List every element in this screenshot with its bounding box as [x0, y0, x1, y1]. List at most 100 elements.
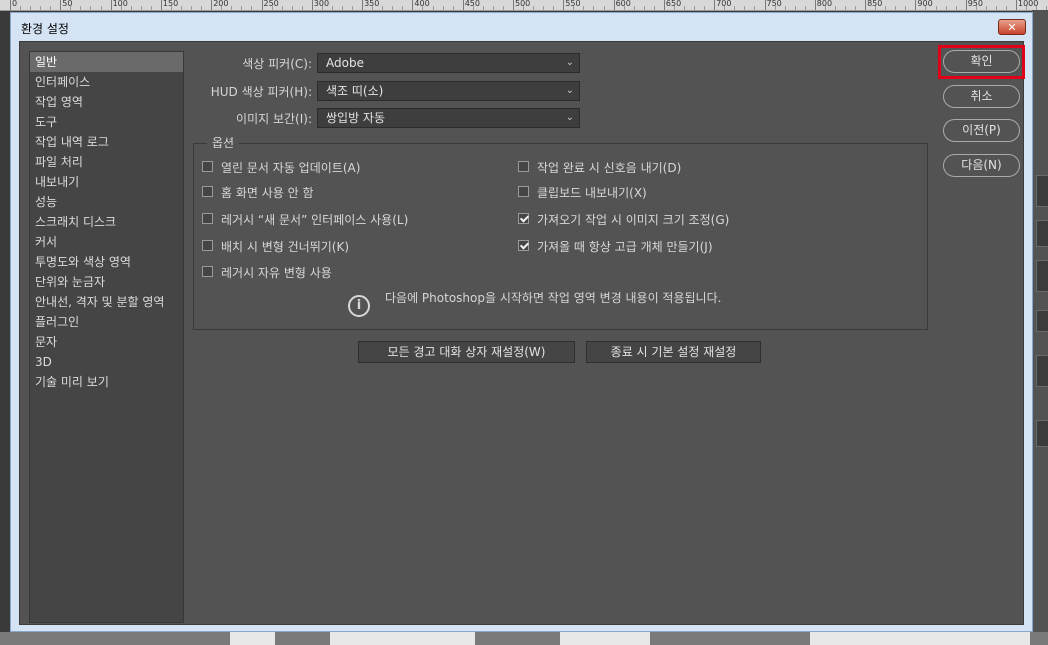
- sidebar-item-history-log[interactable]: 작업 내역 로그: [30, 132, 183, 152]
- sidebar-item-technology-previews[interactable]: 기술 미리 보기: [30, 372, 183, 392]
- ruler-tick: [915, 0, 917, 10]
- checkbox-box[interactable]: [518, 213, 529, 224]
- hud-color-picker-label: HUD 색상 피커(H):: [210, 85, 312, 99]
- checkbox-label: 홈 화면 사용 안 함: [221, 186, 314, 200]
- checkbox-box[interactable]: [202, 161, 213, 172]
- hud-color-picker-select[interactable]: 색조 띠(소) ⌄: [317, 81, 580, 101]
- ok-button[interactable]: 확인: [943, 50, 1020, 73]
- ruler-minor-tick: [482, 6, 484, 10]
- checkbox-box[interactable]: [518, 186, 529, 197]
- ruler-minor-tick: [824, 6, 826, 10]
- ruler-minor-tick: [543, 6, 545, 10]
- sidebar-item-workspace[interactable]: 작업 영역: [30, 92, 183, 112]
- sidebar-item-3d[interactable]: 3D: [30, 352, 183, 372]
- checkbox-box[interactable]: [202, 186, 213, 197]
- ruler-tick: [663, 0, 665, 10]
- ruler-minor-tick: [492, 6, 494, 10]
- prev-button[interactable]: 이전(P): [943, 119, 1020, 142]
- ruler-minor-tick: [533, 6, 535, 10]
- ruler-minor-tick: [382, 6, 384, 10]
- ruler-minor-tick: [301, 6, 303, 10]
- dialog-titlebar: 환경 설정 ✕: [11, 13, 1032, 41]
- ruler-minor-tick: [643, 6, 645, 10]
- sidebar-item-type[interactable]: 문자: [30, 332, 183, 352]
- checkbox-box[interactable]: [518, 240, 529, 251]
- checkbox-box[interactable]: [202, 266, 213, 277]
- reset-warnings-button[interactable]: 모든 경고 대화 상자 재설정(W): [358, 341, 575, 363]
- options-group-title: 옵션: [207, 134, 240, 151]
- sidebar-item-plugins[interactable]: 플러그인: [30, 312, 183, 332]
- ruler-minor-tick: [170, 6, 172, 10]
- ruler-minor-tick: [231, 6, 233, 10]
- sidebar-item-transparency-gamut[interactable]: 투명도와 색상 영역: [30, 252, 183, 272]
- ruler-minor-tick: [472, 6, 474, 10]
- ruler-minor-tick: [181, 6, 183, 10]
- ruler-minor-tick: [251, 6, 253, 10]
- ruler-tick: [764, 0, 766, 10]
- ruler-minor-tick: [1005, 6, 1007, 10]
- ruler-minor-tick: [623, 6, 625, 10]
- ruler-tick: [865, 0, 867, 10]
- ruler-minor-tick: [925, 6, 927, 10]
- cancel-button[interactable]: 취소: [943, 85, 1020, 108]
- sidebar-item-performance[interactable]: 성능: [30, 192, 183, 212]
- ruler-minor-tick: [935, 6, 937, 10]
- ruler-minor-tick: [573, 6, 575, 10]
- checkbox-box[interactable]: [518, 161, 529, 172]
- ruler-minor-tick: [80, 6, 82, 10]
- color-picker-select[interactable]: Adobe ⌄: [317, 53, 580, 73]
- ruler-minor-tick: [40, 6, 42, 10]
- image-interpolation-select[interactable]: 쌍입방 자동 ⌄: [317, 108, 580, 128]
- ruler-tick: [60, 0, 62, 10]
- ruler-minor-tick: [985, 6, 987, 10]
- ruler-minor-tick: [331, 6, 333, 10]
- dialog-title: 환경 설정: [21, 22, 69, 36]
- ruler-minor-tick: [995, 6, 997, 10]
- ruler-minor-tick: [442, 6, 444, 10]
- checkbox-label: 클립보드 내보내기(X): [537, 186, 647, 200]
- ruler-tick: [613, 0, 615, 10]
- ruler-tick: [714, 0, 716, 10]
- sidebar-item-units-rulers[interactable]: 단위와 눈금자: [30, 272, 183, 292]
- ruler-tick: [814, 0, 816, 10]
- next-button[interactable]: 다음(N): [943, 154, 1020, 177]
- reset-prefs-on-quit-button[interactable]: 종료 시 기본 설정 재설정: [586, 341, 761, 363]
- ruler-minor-tick: [341, 6, 343, 10]
- ruler-minor-tick: [875, 6, 877, 10]
- ruler-minor-tick: [754, 6, 756, 10]
- ruler-minor-tick: [724, 6, 726, 10]
- ruler-minor-tick: [20, 6, 22, 10]
- ruler-tick: [211, 0, 213, 10]
- sidebar-item-tools[interactable]: 도구: [30, 112, 183, 132]
- ruler-minor-tick: [744, 6, 746, 10]
- ruler-minor-tick: [352, 6, 354, 10]
- checkbox-box[interactable]: [202, 240, 213, 251]
- ruler-minor-tick: [271, 6, 273, 10]
- sidebar-item-scratch-disks[interactable]: 스크래치 디스크: [30, 212, 183, 232]
- sidebar-item-interface[interactable]: 인터페이스: [30, 72, 183, 92]
- ruler-minor-tick: [392, 6, 394, 10]
- color-picker-value: Adobe: [326, 56, 364, 70]
- ruler-minor-tick: [633, 6, 635, 10]
- sidebar-item-export[interactable]: 내보내기: [30, 172, 183, 192]
- ruler-minor-tick: [70, 6, 72, 10]
- checkbox-box[interactable]: [202, 213, 213, 224]
- color-picker-label: 색상 피커(C):: [242, 57, 312, 71]
- sidebar-item-guides-grid-slices[interactable]: 안내선, 격자 및 분할 영역: [30, 292, 183, 312]
- horizontal-ruler: 0 50 100 150 200 250 300 350 400 450 500 550 600 650 7…: [0, 0, 1048, 11]
- ruler-minor-tick: [130, 6, 132, 10]
- checkbox-label: 레거시 자유 변형 사용: [221, 266, 332, 280]
- checkbox-label: 열린 문서 자동 업데이트(A): [221, 161, 361, 175]
- ruler-minor-tick: [241, 6, 243, 10]
- sidebar-item-general[interactable]: 일반: [30, 52, 183, 72]
- sidebar-item-file-handling[interactable]: 파일 처리: [30, 152, 183, 172]
- ruler-tick: [965, 0, 967, 10]
- ruler-minor-tick: [140, 6, 142, 10]
- ruler-minor-tick: [734, 6, 736, 10]
- ruler-minor-tick: [653, 6, 655, 10]
- sidebar-item-cursors[interactable]: 커서: [30, 232, 183, 252]
- ruler-tick: [462, 0, 464, 10]
- close-button[interactable]: ✕: [998, 19, 1026, 35]
- checkbox-label: 작업 완료 시 신호음 내기(D): [537, 161, 682, 175]
- ruler-minor-tick: [191, 6, 193, 10]
